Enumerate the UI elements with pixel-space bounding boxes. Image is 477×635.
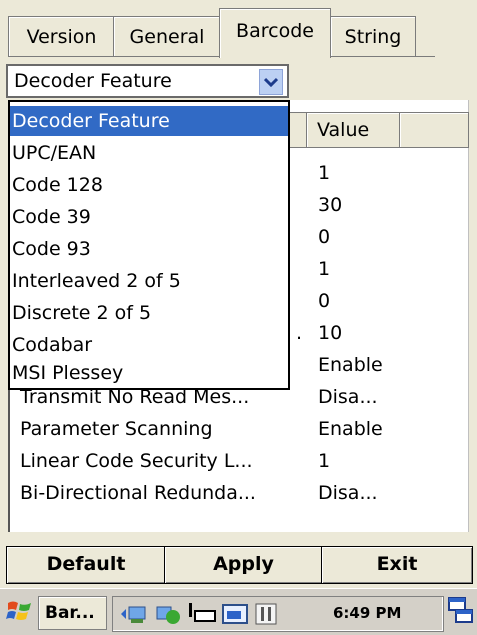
dropdown-option-decoder-feature[interactable]: Decoder Feature bbox=[10, 106, 288, 136]
list-item[interactable]: Parameter Scanning Enable bbox=[10, 416, 468, 448]
decoder-dropdown-list[interactable]: Decoder Feature UPC/EAN Code 128 Code 39… bbox=[8, 100, 290, 390]
item-value: 30 bbox=[318, 194, 343, 216]
windows-switch-icon[interactable] bbox=[448, 597, 474, 629]
item-name: Parameter Scanning bbox=[20, 418, 213, 440]
network-icon[interactable] bbox=[119, 603, 149, 629]
tab-string[interactable]: String bbox=[330, 16, 416, 57]
item-value: 0 bbox=[318, 290, 331, 312]
dropdown-option-code-93[interactable]: Code 93 bbox=[10, 234, 288, 264]
apply-button[interactable]: Apply bbox=[164, 546, 323, 584]
item-name: . bbox=[296, 322, 303, 344]
item-value: 1 bbox=[318, 450, 331, 472]
list-item[interactable]: Bi-Directional Redunda... Disa... bbox=[10, 480, 468, 512]
item-name: Linear Code Security L... bbox=[20, 450, 253, 472]
dropdown-option-code-39[interactable]: Code 39 bbox=[10, 202, 288, 232]
default-button[interactable]: Default bbox=[6, 546, 166, 584]
item-value: 0 bbox=[318, 226, 331, 248]
dropdown-option-codabar[interactable]: Codabar bbox=[10, 330, 288, 360]
combobox-value: Decoder Feature bbox=[14, 70, 172, 92]
dropdown-option-msi-plessey[interactable]: MSI Plessey bbox=[10, 358, 288, 388]
column-header-filler bbox=[400, 112, 469, 148]
system-tray: 6:49 PM bbox=[112, 596, 444, 632]
chevron-down-icon[interactable] bbox=[259, 69, 283, 95]
tab-version[interactable]: Version bbox=[8, 16, 115, 57]
keyboard-icon[interactable] bbox=[255, 603, 277, 629]
dropdown-option-interleaved-2-of-5[interactable]: Interleaved 2 of 5 bbox=[10, 266, 288, 296]
dropdown-option-code-128[interactable]: Code 128 bbox=[10, 170, 288, 200]
item-value: Disa... bbox=[318, 482, 378, 504]
column-header-name[interactable] bbox=[290, 112, 306, 148]
item-value: Enable bbox=[318, 418, 383, 440]
list-item[interactable]: Linear Code Security L... 1 bbox=[10, 448, 468, 480]
column-header-value[interactable]: Value bbox=[306, 112, 400, 148]
dropdown-option-upc-ean[interactable]: UPC/EAN bbox=[10, 138, 288, 168]
item-value: 1 bbox=[318, 258, 331, 280]
tab-barcode[interactable]: Barcode bbox=[219, 8, 331, 58]
item-value: 10 bbox=[318, 322, 343, 344]
tab-general[interactable]: General bbox=[113, 16, 221, 57]
clock[interactable]: 6:49 PM bbox=[333, 604, 401, 622]
taskbar: Bar... 6:49 PM bbox=[0, 588, 477, 635]
decoder-combobox[interactable]: Decoder Feature bbox=[6, 64, 289, 98]
item-value: Enable bbox=[318, 354, 383, 376]
taskbar-app-button[interactable]: Bar... bbox=[38, 596, 107, 630]
battery-icon[interactable] bbox=[221, 601, 251, 631]
exit-button[interactable]: Exit bbox=[321, 546, 473, 584]
item-name: Bi-Directional Redunda... bbox=[20, 482, 256, 504]
sync-icon[interactable] bbox=[155, 601, 183, 631]
dropdown-option-discrete-2-of-5[interactable]: Discrete 2 of 5 bbox=[10, 298, 288, 328]
signal-icon[interactable] bbox=[187, 601, 217, 631]
windows-flag-icon[interactable] bbox=[6, 597, 34, 629]
item-value: Disa... bbox=[318, 386, 378, 408]
item-value: 1 bbox=[318, 162, 331, 184]
